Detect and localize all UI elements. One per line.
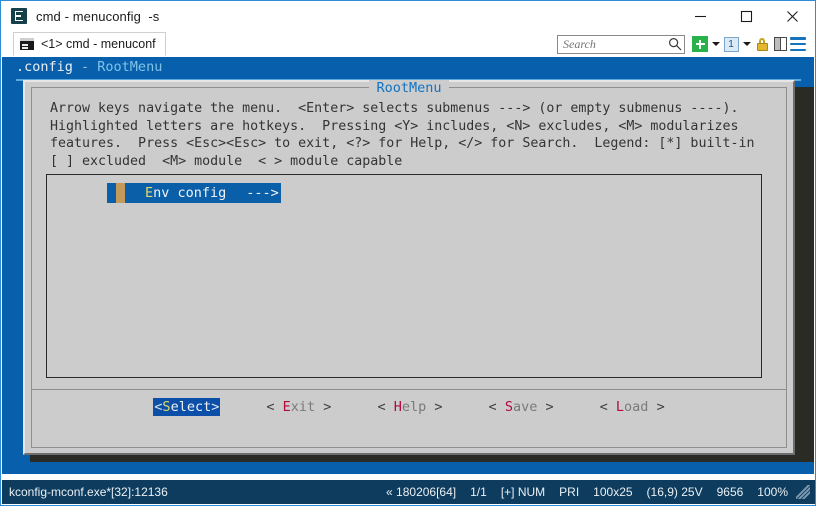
status-handle: 9656: [716, 485, 744, 499]
kconfig-header-menu: RootMenu: [97, 59, 163, 75]
tab-bar: <1> cmd - menuconf 1: [1, 31, 815, 57]
tab-label: <1> cmd - menuconf: [41, 37, 156, 51]
chevron-down-icon: [711, 42, 720, 46]
window-title: cmd - menuconfig -s: [36, 8, 160, 24]
kconfig-header-separator: -: [72, 59, 98, 75]
help-button[interactable]: < Help >: [377, 398, 442, 416]
minimize-button[interactable]: [677, 1, 723, 31]
select-button-label: elect: [170, 399, 212, 415]
admin-lock-button[interactable]: [753, 35, 771, 53]
split-panel-button[interactable]: [771, 35, 789, 53]
console-icon: [20, 38, 34, 50]
dialog-title-text: RootMenu: [369, 80, 449, 96]
status-build: « 180206[64]: [386, 485, 457, 499]
maximize-button[interactable]: [723, 1, 769, 31]
dialog-separator: [32, 389, 786, 390]
status-num: [+] NUM: [500, 485, 546, 499]
kconfig-header-config: .config: [16, 59, 73, 75]
status-size: 100x25: [593, 485, 633, 499]
new-console-dropdown[interactable]: [709, 35, 722, 53]
conemu-icon: [11, 8, 27, 24]
dialog-button-bar: <Select> < Exit > < Help > < Save > < Lo…: [32, 394, 786, 420]
save-button-label: ave: [512, 399, 538, 415]
conemu-window: cmd - menuconfig -s <1> cmd - menuconf S…: [0, 0, 816, 506]
help-text: Arrow keys navigate the menu. <Enter> se…: [50, 100, 754, 170]
help-line-2: Highlighted letters are hotkeys. Pressin…: [50, 118, 739, 134]
status-fields: « 180206[64] 1/1 [+] NUM PRI 100x25 (16,…: [372, 485, 815, 499]
menu-list[interactable]: Env config --->: [46, 174, 762, 378]
help-button-pad-left: [386, 399, 394, 415]
status-cursor: (16,9) 25V: [646, 485, 703, 499]
menu-item-env-config[interactable]: Env config --->: [107, 183, 281, 203]
hamburger-menu-icon: [790, 37, 806, 51]
status-tabs: 1/1: [470, 485, 487, 499]
save-button-open: <: [488, 399, 497, 415]
close-button[interactable]: [769, 1, 815, 31]
lock-icon: [756, 37, 769, 52]
dialog-frame: RootMenu Arrow keys navigate the menu. <…: [31, 80, 787, 448]
selected-marker: [116, 183, 125, 203]
search-icon: [666, 37, 684, 51]
chevron-down-icon: [742, 42, 751, 46]
menu-item-arrow: --->: [246, 185, 279, 201]
exit-button-pad-left: [274, 399, 282, 415]
help-button-label: elp: [401, 399, 427, 415]
save-button-close: >: [545, 399, 554, 415]
console-number-icon: 1: [723, 36, 739, 52]
select-button-hotkey: S: [162, 399, 171, 415]
menu-item-label: nv config: [153, 185, 227, 201]
help-button-open: <: [377, 399, 386, 415]
new-console-button[interactable]: [691, 35, 709, 53]
title-bar: cmd - menuconfig -s: [1, 1, 815, 31]
window-controls: [677, 1, 815, 31]
select-button[interactable]: <Select>: [153, 398, 221, 416]
load-button-pad-left: [608, 399, 616, 415]
load-button-label: oad: [624, 399, 649, 415]
console-viewport[interactable]: .config - RootMenu RootMenu Arrow keys n…: [2, 57, 814, 474]
status-zoom: 100%: [757, 485, 788, 499]
exit-button-label: xit: [290, 399, 316, 415]
load-button-hotkey: L: [615, 399, 625, 415]
status-process: kconfig-mconf.exe*[32]:12136: [9, 485, 168, 499]
green-plus-icon: [692, 36, 708, 52]
exit-button-hotkey: E: [282, 399, 291, 415]
load-button-close: >: [656, 399, 665, 415]
help-line-4: [ ] excluded <M> module < > module capab…: [50, 153, 403, 169]
search-input[interactable]: [558, 35, 666, 53]
load-button[interactable]: < Load >: [600, 398, 665, 416]
split-panel-icon: [773, 37, 787, 51]
main-menu-button[interactable]: [789, 35, 807, 53]
save-button[interactable]: < Save >: [489, 398, 554, 416]
active-console-button[interactable]: 1: [722, 35, 740, 53]
search-box[interactable]: [557, 34, 685, 54]
dialog-title: RootMenu: [32, 80, 786, 96]
load-button-pad-right: [648, 399, 656, 415]
load-button-open: <: [599, 399, 608, 415]
status-bar: kconfig-mconf.exe*[32]:12136 « 180206[64…: [2, 480, 815, 504]
kconfig-header: .config - RootMenu: [16, 59, 162, 75]
resize-grip[interactable]: [796, 485, 810, 499]
exit-button-close: >: [323, 399, 332, 415]
help-button-hotkey: H: [393, 399, 402, 415]
help-line-1: Arrow keys navigate the menu. <Enter> se…: [50, 101, 739, 116]
menu-item-hotkey: E: [145, 185, 154, 201]
active-console-dropdown[interactable]: [740, 35, 753, 53]
status-pri: PRI: [559, 485, 580, 499]
select-button-close: >: [211, 399, 220, 415]
help-button-close: >: [434, 399, 443, 415]
exit-button[interactable]: < Exit >: [266, 398, 331, 416]
tab-toolbar: 1: [557, 34, 815, 54]
help-line-3: features. Press <Esc><Esc> to exit, <?> …: [50, 136, 755, 151]
save-button-pad-left: [497, 399, 505, 415]
tab-console-1[interactable]: <1> cmd - menuconf: [13, 32, 166, 56]
menuconfig-dialog: RootMenu Arrow keys navigate the menu. <…: [23, 80, 795, 455]
save-button-hotkey: S: [504, 399, 513, 415]
